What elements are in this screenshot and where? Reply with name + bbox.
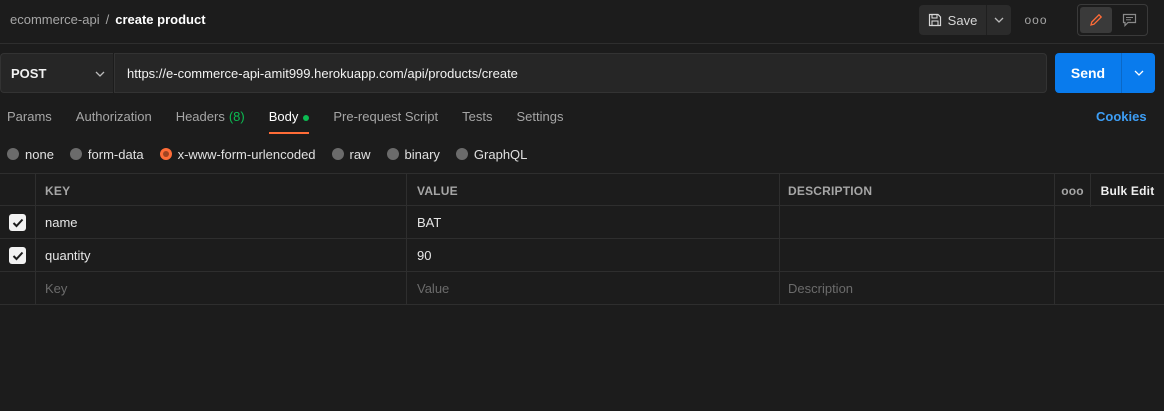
row-description-field[interactable]: [780, 206, 1055, 239]
tab-params[interactable]: Params: [7, 107, 52, 133]
tab-label: Tests: [462, 109, 493, 124]
body-type-form-data[interactable]: form-data: [69, 146, 144, 162]
save-icon: [928, 13, 941, 27]
radio-label: none: [25, 146, 54, 162]
tab-label: Headers: [175, 109, 225, 124]
send-button-group: Send: [1055, 53, 1155, 93]
save-button[interactable]: Save: [919, 5, 987, 35]
more-actions-label: ooo: [1024, 13, 1048, 27]
comment-icon: [1122, 13, 1136, 27]
comments-button[interactable]: [1114, 7, 1146, 33]
body-type-graphql[interactable]: GraphQL: [455, 146, 528, 162]
radio-button[interactable]: [69, 148, 82, 160]
radio-label: raw: [349, 146, 371, 162]
breadcrumb-request-name[interactable]: create product: [115, 12, 205, 27]
tab-authorization[interactable]: Authorization: [76, 107, 152, 133]
request-tabs: Params Authorization Headers (8) Body Pr…: [7, 107, 587, 134]
row-value-field[interactable]: 90: [407, 239, 780, 272]
column-header-description: DESCRIPTION: [780, 174, 1055, 207]
postman-request-editor: ecommerce-api / create product Save ooo: [0, 0, 1164, 411]
edit-mode-button[interactable]: [1080, 7, 1112, 33]
row-value-field[interactable]: BAT: [407, 206, 780, 239]
row-enabled-checkbox[interactable]: [9, 247, 26, 264]
url-input[interactable]: https://e-commerce-api-amit999.herokuapp…: [114, 53, 1047, 93]
send-label: Send: [1070, 65, 1106, 81]
save-label: Save: [947, 12, 978, 28]
radio-button[interactable]: [455, 148, 468, 160]
more-actions-button[interactable]: ooo: [1024, 10, 1048, 30]
breadcrumb-collection[interactable]: ecommerce-api: [10, 12, 100, 27]
radio-button[interactable]: [331, 148, 344, 160]
row-description-field[interactable]: [780, 239, 1055, 272]
http-method-label: POST: [11, 65, 47, 81]
checkmark-icon: [12, 251, 23, 260]
tab-settings[interactable]: Settings: [516, 107, 563, 133]
new-key-input[interactable]: Key: [36, 272, 407, 305]
tab-label: Params: [7, 109, 52, 124]
radio-button-selected[interactable]: [159, 148, 172, 160]
body-type-selector: none form-data x-www-form-urlencoded raw…: [7, 145, 543, 163]
row-check-cell: [0, 239, 36, 272]
radio-label: GraphQL: [473, 146, 528, 162]
body-type-raw[interactable]: raw: [331, 146, 371, 162]
url-value: https://e-commerce-api-amit999.herokuapp…: [127, 65, 518, 81]
tab-headers[interactable]: Headers (8): [176, 107, 245, 133]
checkmark-icon: [12, 218, 23, 227]
breadcrumb: ecommerce-api / create product: [10, 12, 206, 27]
column-options-button[interactable]: ooo: [1055, 174, 1091, 207]
body-type-binary[interactable]: binary: [386, 146, 440, 162]
radio-label: form-data: [87, 146, 144, 162]
row-key-field[interactable]: name: [36, 206, 407, 239]
table-row: name BAT: [0, 206, 1164, 239]
save-button-group: Save: [919, 5, 1011, 35]
pencil-icon: [1089, 13, 1102, 26]
table-header-row: KEY VALUE DESCRIPTION ooo Bulk Edit: [0, 173, 1164, 207]
row-enabled-checkbox[interactable]: [9, 214, 26, 231]
tab-body[interactable]: Body: [268, 107, 310, 134]
new-value-input[interactable]: Value: [407, 272, 780, 305]
tab-tests[interactable]: Tests: [462, 107, 492, 133]
chevron-down-icon: [994, 17, 1004, 23]
send-button[interactable]: Send: [1055, 53, 1122, 93]
tab-label: Authorization: [75, 109, 152, 124]
table-row: quantity 90: [0, 239, 1164, 272]
tab-pre-request-script[interactable]: Pre-request Script: [333, 107, 438, 133]
bulk-edit-button[interactable]: Bulk Edit: [1091, 174, 1164, 207]
row-check-cell: [0, 272, 36, 305]
headers-count-badge: (8): [228, 109, 245, 124]
header-check-cell: [0, 174, 36, 207]
row-check-cell: [0, 206, 36, 239]
radio-button[interactable]: [386, 148, 399, 160]
breadcrumb-separator: /: [105, 12, 110, 27]
save-options-button[interactable]: [987, 5, 1011, 35]
tab-label: Pre-request Script: [333, 109, 439, 124]
tab-label: Settings: [516, 109, 564, 124]
tab-label: Body: [268, 109, 299, 124]
body-type-none[interactable]: none: [7, 147, 54, 162]
column-header-key: KEY: [36, 174, 407, 207]
body-modified-indicator: [303, 115, 310, 121]
radio-button[interactable]: [7, 148, 19, 160]
view-mode-toggle: [1077, 4, 1148, 36]
chevron-down-icon: [1134, 70, 1143, 76]
body-type-urlencoded[interactable]: x-www-form-urlencoded: [159, 146, 316, 162]
cookies-link[interactable]: Cookies: [1096, 109, 1147, 124]
radio-label: binary: [404, 146, 440, 162]
new-description-input[interactable]: Description: [780, 272, 1055, 305]
http-method-select[interactable]: POST: [0, 53, 113, 93]
send-options-button[interactable]: [1122, 53, 1155, 93]
chevron-down-icon: [95, 71, 105, 77]
column-header-value: VALUE: [407, 174, 780, 207]
radio-label: x-www-form-urlencoded: [177, 146, 316, 162]
key-value-table: KEY VALUE DESCRIPTION ooo Bulk Edit name…: [0, 173, 1164, 305]
table-row-new: Key Value Description: [0, 272, 1164, 305]
row-key-field[interactable]: quantity: [36, 239, 407, 272]
request-header: ecommerce-api / create product Save ooo: [0, 0, 1164, 44]
